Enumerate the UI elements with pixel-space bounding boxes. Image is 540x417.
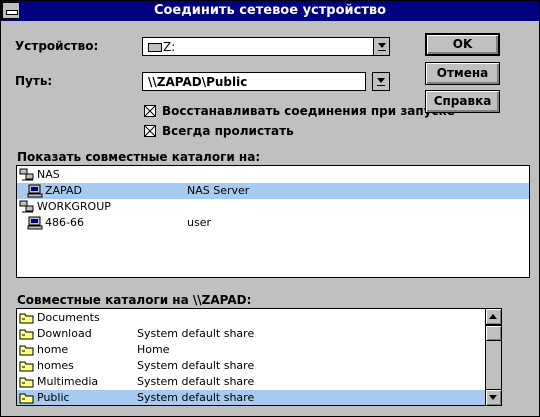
path-combobox[interactable]: \\ZAPAD\Public (142, 72, 366, 91)
shared-folder-icon (19, 311, 35, 325)
list-item[interactable]: NAS (17, 167, 529, 183)
item-name: WORKGROUP (37, 200, 111, 213)
workgroup-icon (19, 168, 35, 182)
cancel-button[interactable]: Отмена (425, 62, 500, 85)
connect-network-drive-dialog: Соединить сетевое устройство Устройство:… (0, 0, 540, 417)
arrow-up-icon (489, 314, 497, 319)
shared-dirs-label: Показать совместные каталоги на: (17, 150, 261, 164)
computer-icon (27, 184, 43, 198)
shares-list[interactable]: Public System default share Multimedia Syst… (16, 308, 502, 406)
reconnect-checkbox[interactable] (144, 105, 156, 117)
path-label: Путь: (15, 74, 53, 88)
always-browse-label[interactable]: Всегда пролистать (162, 124, 294, 138)
reconnect-label[interactable]: Восстанавливать соединения при запуске (162, 104, 455, 118)
chevron-down-icon (378, 43, 386, 48)
shared-dirs-list[interactable]: NAS ZAPAD NAS Server WORKGROUP 486-66 user (16, 165, 530, 278)
shared-folder-icon (19, 391, 35, 405)
shares-scrollbar[interactable] (485, 309, 501, 405)
drive-icon (148, 43, 162, 52)
list-item[interactable]: WORKGROUP (17, 199, 529, 215)
item-comment: Home (137, 343, 170, 356)
list-item[interactable]: Documents (17, 310, 485, 326)
list-item[interactable]: Download System default share (17, 326, 485, 342)
item-name: Download (37, 327, 92, 340)
path-dropdown-button[interactable] (372, 72, 390, 91)
scroll-thumb[interactable] (486, 325, 501, 341)
list-item[interactable]: Multimedia System default share (17, 374, 485, 390)
list-item[interactable]: Public System default share (17, 390, 485, 405)
device-value: Z: (163, 40, 176, 54)
shares-label: Совместные каталоги на \\ZAPAD: (17, 293, 252, 307)
ok-button[interactable]: OK (425, 33, 500, 56)
chevron-down-icon (377, 78, 385, 83)
item-comment: System default share (137, 375, 255, 388)
item-comment: System default share (137, 391, 255, 404)
path-value: \\ZAPAD\Public (148, 75, 248, 89)
item-comment: NAS Server (187, 184, 250, 197)
list-item[interactable]: homes System default share (17, 358, 485, 374)
workgroup-icon (19, 200, 35, 214)
device-dropdown-button[interactable] (373, 38, 389, 55)
shared-folder-icon (19, 375, 35, 389)
list-item[interactable]: ZAPAD NAS Server (17, 183, 529, 199)
title-bar[interactable]: Соединить сетевое устройство (1, 1, 539, 21)
item-name: Documents (37, 311, 100, 324)
scroll-down-button[interactable] (486, 389, 501, 405)
device-combobox[interactable]: Z: (142, 37, 390, 56)
arrow-down-icon (489, 395, 497, 400)
item-comment: System default share (137, 359, 255, 372)
shared-folder-icon (19, 359, 35, 373)
window-title: Соединить сетевое устройство (153, 3, 387, 18)
item-comment: user (187, 216, 211, 229)
check-icon (145, 106, 155, 116)
item-name: Multimedia (37, 375, 99, 388)
item-name: ZAPAD (45, 184, 82, 197)
item-name: homes (37, 359, 74, 372)
item-name: 486-66 (45, 216, 84, 229)
help-button[interactable]: Справка (425, 90, 500, 113)
item-comment: System default share (137, 327, 255, 340)
item-name: home (37, 343, 69, 356)
item-name: NAS (37, 168, 60, 181)
list-item[interactable]: 486-66 user (17, 215, 529, 231)
shared-folder-icon (19, 327, 35, 341)
device-label: Устройство: (15, 39, 99, 53)
shared-folder-icon (19, 343, 35, 357)
scroll-up-button[interactable] (486, 309, 501, 325)
always-browse-checkbox[interactable] (144, 125, 156, 137)
check-icon (145, 126, 155, 136)
item-name: Public (37, 391, 70, 404)
computer-icon (27, 216, 43, 230)
list-item[interactable]: home Home (17, 342, 485, 358)
